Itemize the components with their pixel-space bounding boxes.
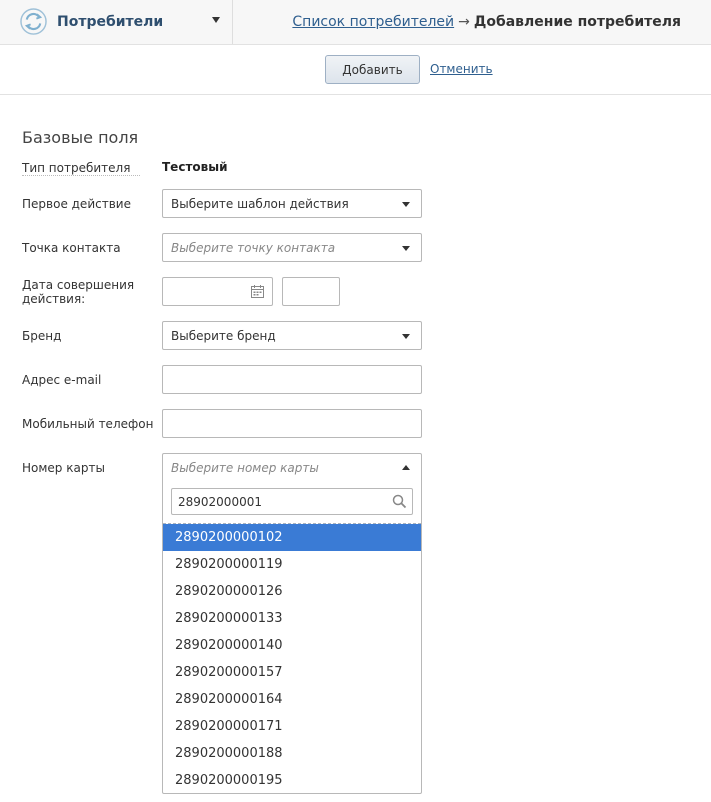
first-action-select[interactable]: Выберите шаблон действия: [162, 189, 422, 218]
phone-label: Мобильный телефон: [22, 417, 154, 431]
card-number-option[interactable]: 2890200000126: [163, 578, 421, 605]
action-bar: Добавить Отменить: [0, 45, 711, 95]
card-number-option[interactable]: 2890200000140: [163, 632, 421, 659]
first-action-select-text: Выберите шаблон действия: [171, 197, 349, 211]
action-date-label-line2: действия:: [22, 292, 86, 306]
caret-down-icon: [212, 17, 220, 23]
contact-point-select[interactable]: Выберите точку контакта: [162, 233, 422, 262]
card-number-option[interactable]: 2890200000164: [163, 686, 421, 713]
chevron-down-icon: [402, 246, 410, 251]
group-title: Базовые поля: [22, 128, 139, 147]
breadcrumb-current: Добавление потребителя: [473, 14, 681, 30]
card-number-option[interactable]: 2890200000102: [163, 524, 421, 551]
calendar-icon[interactable]: [251, 285, 264, 298]
chevron-down-icon: [402, 334, 410, 339]
chevron-down-icon: [402, 202, 410, 207]
consumer-type-value: Тестовый: [162, 160, 228, 174]
email-field[interactable]: [162, 365, 422, 394]
chevron-up-icon: [402, 465, 410, 470]
card-search-text: 28902000001: [178, 495, 262, 509]
section-title: Потребители: [57, 14, 164, 30]
card-number-option[interactable]: 2890200000171: [163, 713, 421, 740]
refresh-arrows-icon: [20, 8, 47, 35]
brand-select-text: Выберите бренд: [171, 329, 276, 343]
card-number-select-text: Выберите номер карты: [171, 461, 319, 475]
cancel-link[interactable]: Отменить: [430, 62, 493, 76]
card-search-input[interactable]: 28902000001: [171, 488, 413, 515]
breadcrumb-link-consumer-list[interactable]: Список потребителей: [292, 14, 454, 30]
phone-field[interactable]: [162, 409, 422, 438]
card-number-option[interactable]: 2890200000133: [163, 605, 421, 632]
card-number-option[interactable]: 2890200000157: [163, 659, 421, 686]
contact-point-label: Точка контакта: [22, 241, 121, 255]
breadcrumb-arrow: →: [458, 14, 470, 30]
search-icon: [392, 494, 407, 509]
section-selector[interactable]: Потребители: [0, 0, 233, 44]
first-action-label: Первое действие: [22, 197, 131, 211]
action-time-input[interactable]: [282, 277, 340, 306]
contact-point-select-text: Выберите точку контакта: [171, 241, 336, 255]
breadcrumb: Список потребителей → Добавление потребите…: [292, 14, 681, 30]
email-label: Адрес e-mail: [22, 373, 102, 387]
brand-label: Бренд: [22, 329, 62, 343]
action-date-input[interactable]: [162, 277, 273, 306]
card-number-option[interactable]: 2890200000119: [163, 551, 421, 578]
add-button[interactable]: Добавить: [325, 55, 420, 84]
card-number-select-head[interactable]: Выберите номер карты: [163, 454, 421, 482]
consumer-type-label: Тип потребителя: [22, 161, 141, 176]
top-bar: Потребители Список потребителей → Добавлен…: [0, 0, 711, 45]
brand-select[interactable]: Выберите бренд: [162, 321, 422, 350]
card-number-option[interactable]: 2890200000188: [163, 740, 421, 767]
card-number-select[interactable]: Выберите номер карты 28902000001 2890200…: [162, 453, 422, 794]
card-number-label: Номер карты: [22, 461, 105, 475]
action-date-label: Дата совершения действия:: [22, 278, 134, 306]
card-number-options: 2890200000102 2890200000119 2890200000126 2…: [163, 524, 421, 794]
action-date-label-line1: Дата совершения: [22, 278, 135, 292]
card-number-option[interactable]: 2890200000195: [163, 767, 421, 794]
